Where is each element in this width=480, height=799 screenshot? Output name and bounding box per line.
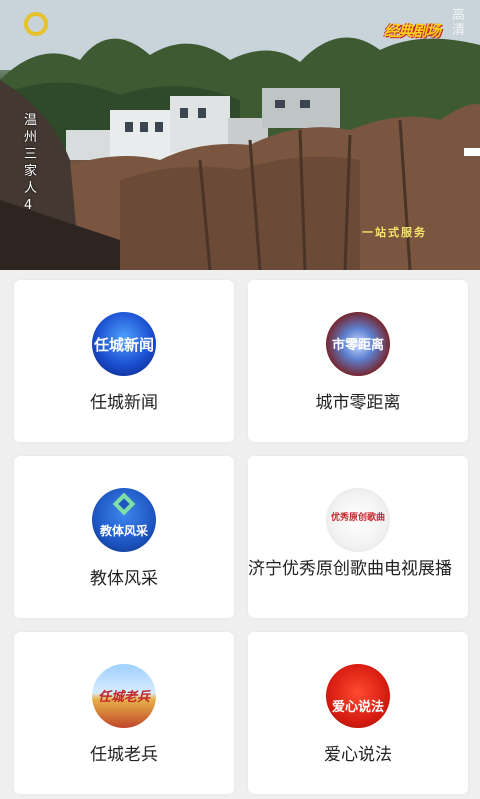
program-card-rencheng-veterans[interactable]: 任城老兵 任城老兵: [14, 632, 234, 794]
thumb-caption: 爱心说法: [331, 700, 384, 715]
hd-label: 高清: [452, 8, 466, 38]
service-tag: 一站式服务: [362, 226, 427, 239]
thumb-caption: 任城新闻: [93, 336, 154, 354]
thumb-caption: 任城老兵: [97, 690, 150, 705]
video-player[interactable]: 经典剧场 高清 温州三家人4 一站式服务: [0, 0, 480, 270]
veteran-thumb-icon: 任城老兵: [92, 664, 156, 728]
thumb-caption: 教体风采: [99, 524, 148, 538]
program-label: 济宁优秀原创歌曲电视展播: [248, 559, 452, 579]
law-thumb-icon: 爱心说法: [326, 664, 390, 728]
city-thumb-icon: 市零距离: [326, 312, 390, 376]
program-grid: 任城新闻 任城新闻 市零距离 城市零距离 教体风采 教体风采 优秀原创歌曲 济宁…: [0, 270, 480, 799]
program-label: 任城新闻: [90, 393, 158, 413]
program-label: 城市零距离: [315, 393, 401, 413]
program-label: 教体风采: [90, 569, 158, 589]
program-card-rencheng-news[interactable]: 任城新闻 任城新闻: [14, 280, 234, 442]
program-card-city-zero-distance[interactable]: 市零距离 城市零距离: [248, 280, 468, 442]
program-card-education-sports[interactable]: 教体风采 教体风采: [14, 456, 234, 618]
channel-logo: [24, 12, 94, 38]
diamond-emblem-icon: [112, 492, 136, 516]
thumb-caption: 市零距离: [331, 338, 384, 353]
song-thumb-icon: 优秀原创歌曲: [326, 488, 390, 552]
video-title: 温州三家人4: [24, 113, 38, 213]
education-thumb-icon: 教体风采: [92, 488, 156, 552]
thumb-caption: 优秀原创歌曲: [330, 513, 385, 523]
news-thumb-icon: 任城新闻: [92, 312, 156, 376]
channel-logo-icon: [24, 12, 48, 36]
program-badge: 经典剧场: [384, 22, 441, 40]
program-card-jining-songs[interactable]: 优秀原创歌曲 济宁优秀原创歌曲电视展播: [248, 456, 468, 618]
program-card-love-law[interactable]: 爱心说法 爱心说法: [248, 632, 468, 794]
program-label: 任城老兵: [90, 745, 158, 765]
program-label: 爱心说法: [324, 745, 392, 765]
overlay-marker: [464, 148, 480, 156]
